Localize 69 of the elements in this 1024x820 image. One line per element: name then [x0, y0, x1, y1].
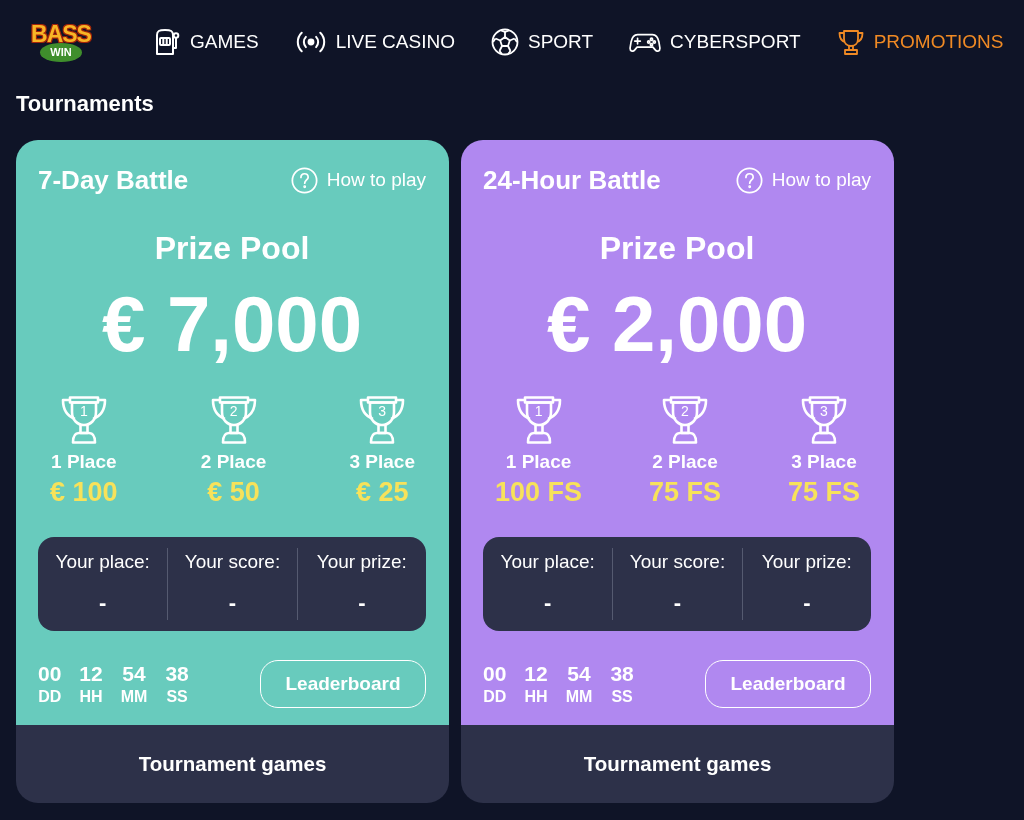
- stat-label: Your score:: [629, 551, 726, 573]
- stat-value: -: [228, 591, 237, 615]
- countdown-value: 38: [165, 662, 189, 686]
- slot-machine-icon: [153, 28, 181, 56]
- stat-label: Your place:: [55, 551, 150, 573]
- nav-link[interactable]: PROMOTIONS: [836, 28, 1004, 56]
- tournament-title: 24-Hour Battle: [483, 164, 661, 196]
- place-prize: € 25: [355, 477, 409, 507]
- rank-number: 2: [681, 403, 689, 419]
- countdown-unit: HH: [79, 688, 103, 706]
- place-label: 1 Place: [51, 451, 117, 473]
- countdown-value: 12: [524, 662, 548, 686]
- place-label: 3 Place: [791, 451, 857, 473]
- place-prize: 75 FS: [649, 477, 722, 507]
- nav-link[interactable]: SPORT: [490, 28, 594, 56]
- help-icon: [735, 166, 763, 194]
- logo-badge[interactable]: WIN: [40, 42, 82, 62]
- countdown-value: 38: [610, 662, 634, 686]
- countdown-unit: SS: [166, 688, 188, 706]
- soccer-ball-icon: [490, 28, 519, 56]
- countdown-value: 00: [38, 662, 62, 686]
- place-prize: € 100: [50, 477, 118, 507]
- countdown-value: 54: [122, 662, 146, 686]
- tournament-title: 7-Day Battle: [38, 164, 189, 196]
- prize-pool-label: Prize Pool: [154, 230, 310, 266]
- nav-link[interactable]: LIVE CASINO: [294, 29, 455, 55]
- nav-link[interactable]: GAMES: [153, 28, 259, 56]
- stat-label: Your score:: [184, 551, 281, 573]
- place-prize: € 50: [207, 477, 260, 507]
- countdown-value: 00: [483, 662, 507, 686]
- stat-label: Your prize:: [316, 551, 407, 573]
- stat-label: Your prize:: [761, 551, 852, 573]
- place-label: 3 Place: [349, 451, 415, 473]
- countdown-unit: MM: [565, 688, 593, 706]
- countdown-unit: MM: [120, 688, 148, 706]
- stat-label: Your place:: [500, 551, 595, 573]
- countdown-unit: HH: [524, 688, 548, 706]
- place-label: 2 Place: [200, 451, 267, 473]
- prize-pool-label: Prize Pool: [599, 230, 755, 266]
- rank-number: 3: [820, 403, 828, 419]
- place-label: 2 Place: [652, 451, 718, 473]
- stat-value: -: [358, 591, 366, 615]
- nav-link[interactable]: CYBERSPORT: [629, 29, 801, 55]
- place-label: 1 Place: [505, 451, 572, 473]
- section-heading: Tournaments: [16, 92, 155, 116]
- rank-number: 1: [79, 403, 88, 419]
- stat-value: -: [673, 591, 682, 615]
- stat-value: -: [544, 591, 552, 615]
- tournament-games-button[interactable]: Tournament games: [461, 725, 894, 803]
- countdown-unit: DD: [38, 688, 62, 706]
- rank-number: 1: [534, 403, 543, 419]
- place-prize: 100 FS: [495, 477, 583, 507]
- tournament-games-button[interactable]: Tournament games: [16, 725, 449, 803]
- prize-pool-amount: € 7,000: [101, 282, 363, 366]
- rank-number: 3: [378, 403, 387, 419]
- trophy-icon: [660, 395, 710, 445]
- logo-wordmark[interactable]: BASS: [31, 22, 91, 45]
- countdown-value: 12: [79, 662, 103, 686]
- countdown-value: 54: [567, 662, 591, 686]
- stat-value: -: [803, 591, 811, 615]
- place-prize: 75 FS: [787, 477, 860, 507]
- prize-pool-amount: € 2,000: [546, 282, 808, 366]
- countdown-unit: SS: [611, 688, 633, 706]
- stat-value: -: [99, 591, 107, 615]
- broadcast-icon: [294, 29, 327, 55]
- rank-number: 2: [229, 403, 238, 419]
- countdown-unit: DD: [483, 688, 507, 706]
- trophy-icon: [836, 28, 865, 56]
- help-icon: [290, 166, 318, 194]
